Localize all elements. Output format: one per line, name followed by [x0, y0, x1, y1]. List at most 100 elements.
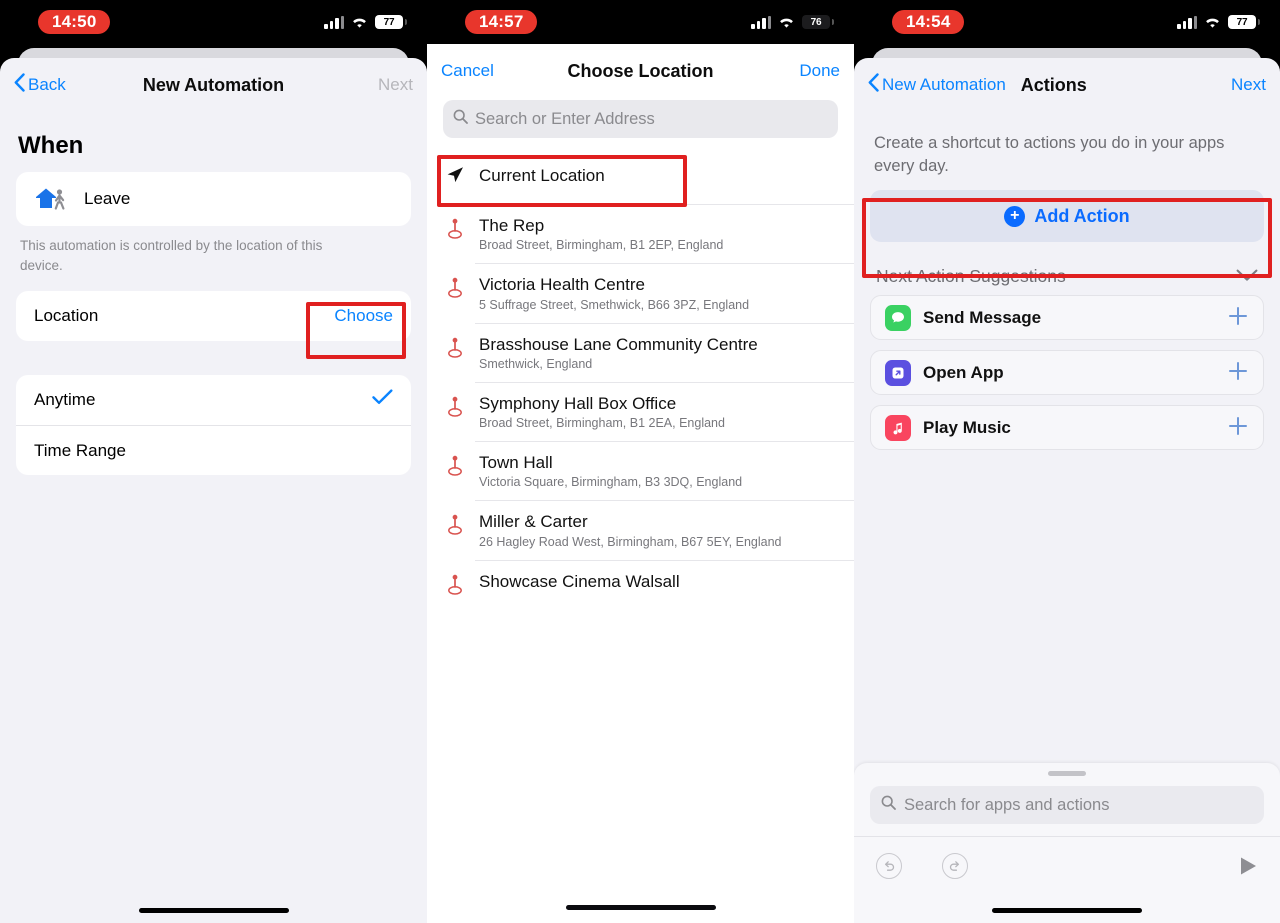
list-item[interactable]: Victoria Health Centre 5 Suffrage Street… — [427, 263, 854, 322]
cancel-button[interactable]: Cancel — [441, 61, 494, 81]
list-item-title: Brasshouse Lane Community Centre — [479, 334, 758, 354]
panel-new-automation: 14:50 77 Back New Automation Next When L… — [0, 0, 427, 923]
home-indicator-right — [992, 908, 1142, 913]
wifi-icon — [1204, 16, 1221, 29]
current-location-row[interactable]: Current Location — [427, 148, 854, 204]
location-label: Location — [34, 306, 99, 326]
time-option-time-range-label: Time Range — [34, 440, 126, 460]
add-action-button[interactable]: + Add Action — [870, 190, 1264, 243]
location-row[interactable]: Location Choose — [16, 291, 411, 341]
status-indicators: 76 — [751, 15, 834, 29]
panel-actions: 14:54 77 New Automation Actions Next Cre… — [854, 0, 1280, 923]
list-item-subtitle: 26 Hagley Road West, Birmingham, B67 5EY… — [479, 534, 782, 549]
chevron-down-icon[interactable] — [1236, 266, 1258, 287]
next-action-suggestions-header[interactable]: Next Action Suggestions — [854, 242, 1280, 295]
search-icon — [881, 795, 896, 815]
time-option-time-range[interactable]: Time Range — [16, 425, 411, 475]
status-indicators: 77 — [1177, 15, 1260, 29]
automation-sheet: Back New Automation Next When Leave This… — [0, 58, 427, 923]
navigation-arrow-icon — [445, 165, 465, 190]
list-item[interactable]: Brasshouse Lane Community Centre Smethwi… — [427, 322, 854, 382]
list-item-subtitle: Broad Street, Birmingham, B1 2EA, Englan… — [479, 416, 725, 430]
navigation-bar-right: New Automation Actions Next — [854, 58, 1280, 112]
trigger-card: Leave — [16, 172, 411, 226]
trigger-label: Leave — [84, 189, 131, 208]
battery-level: 77 — [383, 16, 395, 28]
list-item-subtitle: Broad Street, Birmingham, B1 2EP, Englan… — [479, 238, 724, 253]
list-item[interactable]: The Rep Broad Street, Birmingham, B1 2EP… — [427, 204, 854, 263]
panel-choose-location: 14:57 76 Cancel Choose Location Done Sea… — [427, 0, 854, 923]
status-bar-right: 14:54 77 — [854, 0, 1280, 44]
search-address-input[interactable]: Search or Enter Address — [443, 100, 838, 138]
suggestion-label: Play Music — [923, 417, 1011, 437]
status-bar-left: 14:50 77 — [0, 0, 427, 44]
add-suggestion-icon[interactable] — [1227, 305, 1249, 331]
section-heading-when: When — [18, 132, 84, 159]
battery-icon: 77 — [375, 15, 407, 29]
suggestions-header-label: Next Action Suggestions — [876, 266, 1066, 287]
page-title: Actions — [1020, 74, 1087, 95]
play-icon[interactable] — [1238, 855, 1258, 877]
current-location-label: Current Location — [479, 166, 605, 185]
map-pin-icon — [445, 218, 465, 247]
list-item[interactable]: Town Hall Victoria Square, Birmingham, B… — [427, 441, 854, 500]
battery-level: 76 — [810, 16, 822, 28]
list-item-title: Miller & Carter — [479, 512, 588, 532]
map-pin-icon — [445, 514, 465, 543]
add-suggestion-icon[interactable] — [1227, 360, 1249, 386]
status-clock: 14:54 — [892, 10, 965, 34]
time-option-anytime[interactable]: Anytime — [16, 375, 411, 425]
suggestion-open-app[interactable]: Open App — [870, 350, 1264, 396]
home-indicator-left — [138, 908, 289, 913]
suggestion-label: Open App — [923, 362, 1004, 382]
trigger-row-leave[interactable]: Leave — [16, 172, 411, 226]
back-button[interactable]: Back — [14, 73, 66, 97]
time-options-card: Anytime Time Range — [16, 375, 411, 476]
redo-icon[interactable] — [942, 852, 968, 879]
status-indicators: 77 — [324, 15, 407, 29]
map-pin-icon — [445, 396, 465, 425]
undo-icon[interactable] — [876, 852, 902, 879]
list-item-title: Showcase Cinema Walsall — [479, 571, 680, 591]
search-placeholder: Search or Enter Address — [475, 109, 655, 128]
map-pin-icon — [445, 455, 465, 484]
chevron-left-icon — [868, 73, 879, 97]
done-button[interactable]: Done — [799, 61, 840, 81]
apps-actions-search-placeholder: Search for apps and actions — [904, 795, 1110, 814]
list-item[interactable]: Miller & Carter 26 Hagley Road West, Bir… — [427, 500, 854, 559]
search-icon — [453, 109, 468, 129]
music-app-icon — [885, 414, 911, 441]
choose-button[interactable]: Choose — [334, 306, 393, 326]
navigation-bar-middle: Cancel Choose Location Done — [427, 44, 854, 98]
list-item[interactable]: Showcase Cinema Walsall — [427, 559, 854, 614]
actions-search-sheet: Search for apps and actions — [854, 763, 1280, 923]
list-item[interactable]: Symphony Hall Box Office Broad Street, B… — [427, 381, 854, 441]
suggestion-send-message[interactable]: Send Message — [870, 295, 1264, 341]
map-pin-icon — [445, 574, 465, 603]
apps-actions-search-input[interactable]: Search for apps and actions — [870, 786, 1264, 824]
add-action-label: Add Action — [1034, 205, 1130, 226]
sheet-grabber[interactable] — [1048, 771, 1086, 776]
battery-level: 77 — [1236, 16, 1248, 28]
status-clock: 14:57 — [465, 10, 538, 34]
wifi-icon — [351, 16, 368, 29]
suggestion-play-music[interactable]: Play Music — [870, 405, 1264, 451]
chevron-left-icon — [14, 73, 25, 97]
list-item-title: Symphony Hall Box Office — [479, 393, 677, 413]
navigation-bar-left: Back New Automation Next — [0, 58, 427, 112]
list-item-subtitle: Smethwick, England — [479, 356, 593, 371]
back-button-label: Back — [28, 75, 66, 94]
house-walk-icon — [32, 184, 70, 214]
add-suggestion-icon[interactable] — [1227, 415, 1249, 441]
choose-location-sheet: Cancel Choose Location Done Search or En… — [427, 44, 854, 923]
home-indicator-middle — [565, 905, 716, 910]
next-button[interactable]: Next — [378, 75, 413, 95]
list-item-title: Victoria Health Centre — [479, 275, 645, 295]
back-button[interactable]: New Automation Actions — [868, 73, 1087, 97]
trigger-footnote: This automation is controlled by the loc… — [20, 238, 323, 273]
open-app-icon — [885, 359, 911, 386]
list-item-title: Town Hall — [479, 453, 553, 472]
cellular-signal-icon — [324, 15, 344, 29]
next-button[interactable]: Next — [1231, 75, 1266, 95]
status-bar-middle: 14:57 76 — [427, 0, 854, 44]
